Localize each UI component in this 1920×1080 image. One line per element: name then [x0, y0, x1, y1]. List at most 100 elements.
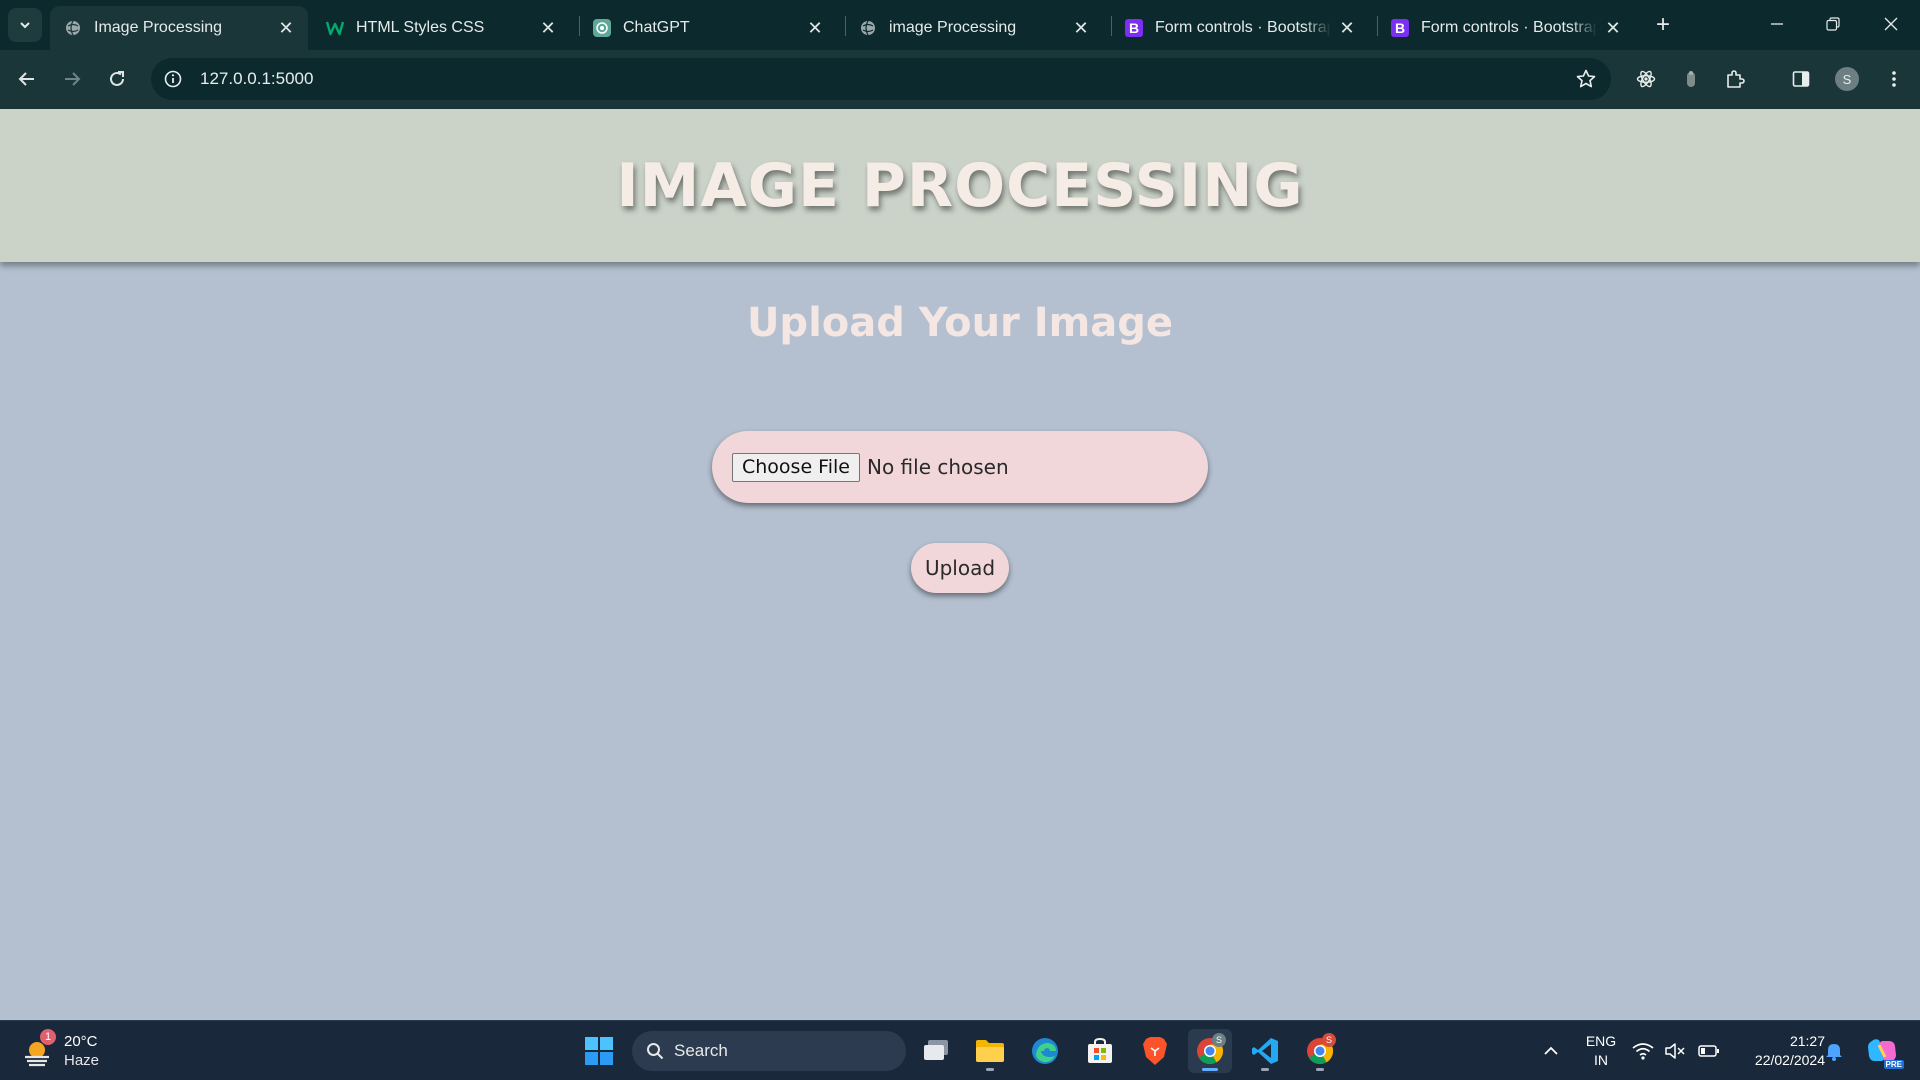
- close-tab-icon[interactable]: ✕: [1337, 18, 1357, 38]
- restore-button[interactable]: [1810, 6, 1856, 42]
- minimize-icon: [1771, 23, 1783, 25]
- upload-heading: Upload Your Image: [746, 300, 1174, 346]
- more-vertical-icon: [1892, 71, 1896, 87]
- tab-chatgpt[interactable]: ChatGPT ✕: [579, 6, 837, 50]
- tab-form-controls-2[interactable]: B Form controls · Bootstrap v5.3 ✕: [1377, 6, 1635, 50]
- tab-title: ChatGPT: [623, 19, 690, 36]
- react-devtools-extension[interactable]: [1629, 62, 1663, 96]
- language-indicator[interactable]: ENG IN: [1577, 1031, 1625, 1071]
- store-icon: [1088, 1037, 1112, 1063]
- chrome-button[interactable]: S: [1298, 1029, 1342, 1073]
- show-hidden-icons-button[interactable]: [1531, 1029, 1571, 1073]
- weather-temperature: 20°C: [64, 1033, 98, 1050]
- edge-icon: [1032, 1038, 1058, 1064]
- speaker-muted-icon: [1665, 1043, 1685, 1059]
- folder-icon: [976, 1040, 1004, 1062]
- extension-button[interactable]: [1674, 62, 1708, 96]
- battery-icon: [1698, 1045, 1719, 1057]
- chrome-badge: S: [1322, 1033, 1336, 1047]
- profile-avatar[interactable]: S: [1835, 67, 1859, 91]
- vscode-button[interactable]: [1243, 1029, 1287, 1073]
- notifications-button[interactable]: [1814, 1029, 1854, 1073]
- edge-button[interactable]: [1023, 1029, 1067, 1073]
- globe-icon: [64, 19, 82, 37]
- back-button[interactable]: [10, 62, 44, 96]
- close-icon: [1884, 17, 1898, 31]
- globe-icon: [859, 19, 877, 37]
- browser-toolbar: 127.0.0.1:5000 S: [0, 50, 1920, 109]
- file-explorer-button[interactable]: [968, 1029, 1012, 1073]
- minimize-button[interactable]: [1754, 6, 1800, 42]
- copilot-button[interactable]: PRE: [1858, 1029, 1906, 1073]
- vscode-icon: [1252, 1038, 1278, 1064]
- close-tab-icon[interactable]: ✕: [805, 18, 825, 38]
- forward-button[interactable]: [55, 62, 89, 96]
- extensions-menu-button[interactable]: [1718, 62, 1752, 96]
- running-indicator: [1316, 1068, 1324, 1071]
- new-tab-button[interactable]: +: [1650, 11, 1676, 38]
- file-status-text: No file chosen: [866, 455, 1009, 479]
- tab-html-styles[interactable]: HTML Styles CSS ✕: [312, 6, 570, 50]
- close-tab-icon[interactable]: ✕: [1603, 18, 1623, 38]
- chevron-up-icon: [1544, 1046, 1558, 1055]
- chatgpt-icon: [593, 19, 611, 37]
- reload-button[interactable]: [100, 62, 134, 96]
- language-code: ENG: [1585, 1033, 1617, 1049]
- chevron-down-icon: [20, 22, 30, 29]
- close-tab-icon[interactable]: ✕: [1071, 18, 1091, 38]
- browser-menu-button[interactable]: [1877, 62, 1911, 96]
- upload-button[interactable]: Upload: [911, 543, 1009, 593]
- tab-title: HTML Styles CSS: [356, 19, 485, 36]
- tab-title: Form controls · Bootstrap v5.3: [1155, 19, 1331, 36]
- running-indicator: [1261, 1068, 1269, 1071]
- close-window-button[interactable]: [1868, 6, 1914, 42]
- running-indicator: [1202, 1068, 1218, 1071]
- page-title: IMAGE PROCESSING: [616, 150, 1304, 221]
- brave-browser-button[interactable]: [1133, 1029, 1177, 1073]
- browser-tab-bar: Image Processing ✕ HTML Styles CSS ✕ Cha…: [0, 0, 1920, 50]
- side-panel-button[interactable]: [1784, 62, 1818, 96]
- tab-form-controls[interactable]: B Form controls · Bootstrap v5.3 ✕: [1111, 6, 1369, 50]
- reload-icon: [110, 71, 124, 86]
- search-placeholder: Search: [674, 1041, 728, 1060]
- preview-label: PRE: [1883, 1060, 1904, 1069]
- quick-settings-button[interactable]: [1632, 1037, 1720, 1065]
- tab-image-processing-2[interactable]: image Processing ✕: [845, 6, 1103, 50]
- choose-file-button[interactable]: Choose File: [732, 452, 860, 482]
- puzzle-icon: [1727, 70, 1745, 88]
- clock[interactable]: 21:27 22/02/2024: [1733, 1031, 1825, 1071]
- task-view-icon: [924, 1040, 948, 1060]
- brave-lion-icon: [1143, 1037, 1167, 1065]
- close-tab-icon[interactable]: ✕: [538, 18, 558, 38]
- restore-icon: [1826, 17, 1840, 31]
- running-indicator: [986, 1068, 994, 1071]
- url-text[interactable]: 127.0.0.1:5000: [200, 69, 313, 89]
- tab-search-button[interactable]: [8, 8, 42, 42]
- profile-badge: S: [1212, 1033, 1226, 1047]
- windows-logo-icon: [585, 1037, 613, 1065]
- address-bar[interactable]: 127.0.0.1:5000: [151, 58, 1611, 100]
- close-tab-icon[interactable]: ✕: [276, 18, 296, 38]
- arrow-right-icon: [65, 72, 81, 86]
- extension-icon: [1687, 71, 1695, 87]
- microsoft-store-button[interactable]: [1078, 1029, 1122, 1073]
- side-panel-icon: [1792, 71, 1810, 87]
- file-input-container: Choose File No file chosen: [712, 431, 1208, 503]
- wifi-icon: [1632, 1043, 1654, 1060]
- bell-icon: [1826, 1044, 1842, 1061]
- taskbar-search[interactable]: Search: [632, 1031, 906, 1071]
- weather-widget[interactable]: 1 20°C Haze: [22, 1029, 102, 1071]
- arrow-left-icon: [18, 72, 34, 86]
- chrome-profile-button[interactable]: S: [1188, 1029, 1232, 1073]
- start-button[interactable]: [577, 1029, 621, 1073]
- weather-description: Haze: [64, 1052, 100, 1069]
- atom-icon: [1636, 70, 1656, 88]
- bookmark-star-icon[interactable]: [1575, 68, 1597, 90]
- taskbar: 1 20°C Haze Search S S ENG IN 21:27 22/0…: [0, 1020, 1920, 1080]
- tab-image-processing[interactable]: Image Processing ✕: [50, 6, 308, 50]
- bootstrap-letter: B: [1125, 19, 1143, 37]
- notification-badge: 1: [40, 1029, 56, 1045]
- info-icon[interactable]: [163, 69, 183, 89]
- task-view-button[interactable]: [914, 1029, 958, 1073]
- bootstrap-letter: B: [1391, 19, 1409, 37]
